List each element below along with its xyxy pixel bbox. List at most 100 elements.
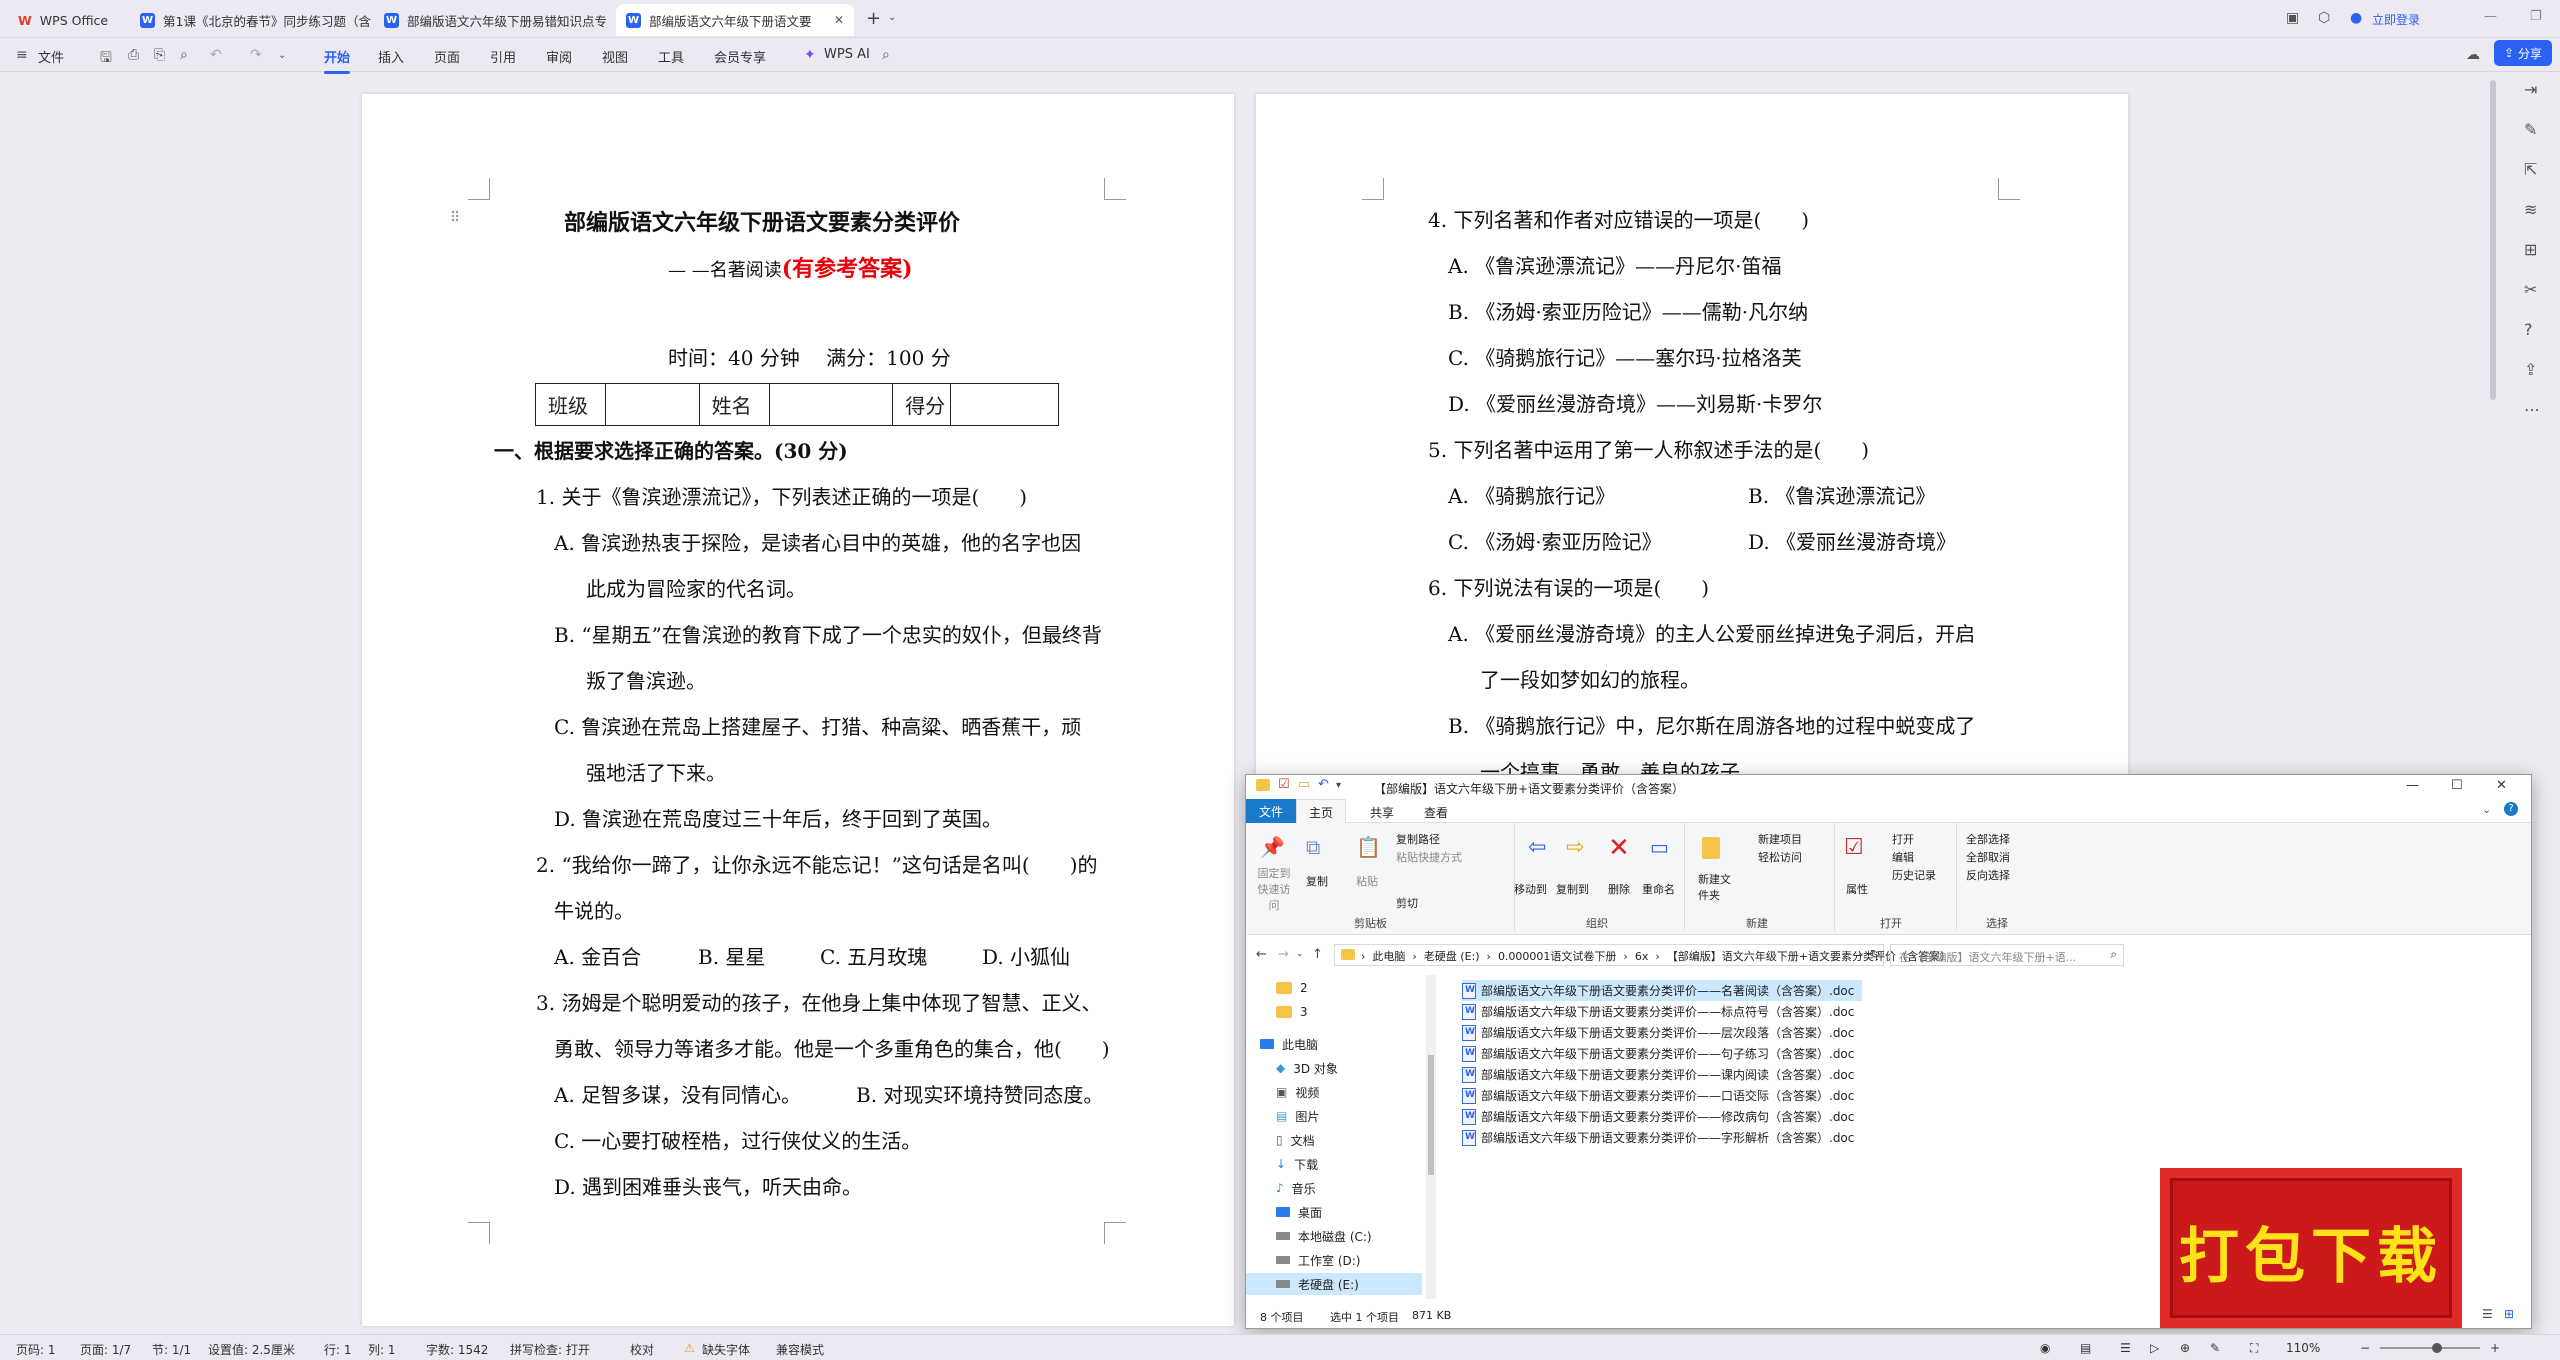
format-icon[interactable]: ⊞ <box>2524 240 2537 259</box>
delete-icon[interactable]: ✕ <box>1608 833 1630 863</box>
file-item[interactable]: 部编版语文六年级下册语文要素分类评价——标点符号（含答案）.doc <box>1462 1001 1862 1022</box>
tab-view[interactable]: 视图 <box>602 47 628 66</box>
eye-protect-icon[interactable]: ◉ <box>2040 1341 2050 1355</box>
crumb[interactable]: 6x <box>1635 950 1649 963</box>
nav-3d-objects[interactable]: ◆ 3D 对象 <box>1276 1057 1338 1079</box>
share-doc-icon[interactable]: ⇪ <box>2524 360 2537 379</box>
nav-videos[interactable]: ▣ 视频 <box>1276 1081 1319 1103</box>
row-number[interactable]: 行: 1 <box>324 1341 352 1358</box>
properties-icon[interactable]: ☑ <box>1844 835 1864 860</box>
recent-chevron-icon[interactable]: ⌄ <box>1296 949 1304 959</box>
minimize-icon[interactable]: — <box>2406 778 2419 793</box>
rename-button[interactable]: 重命名 <box>1642 881 1675 897</box>
proofread[interactable]: 校对 <box>630 1341 654 1358</box>
spell-check[interactable]: 拼写检查: 打开 <box>510 1341 590 1358</box>
more-chevron-icon[interactable]: ⌄ <box>278 50 286 61</box>
cloud-sync-icon[interactable]: ☁ <box>2466 47 2480 63</box>
web-view-icon[interactable]: ⊕ <box>2180 1341 2190 1355</box>
tab-page[interactable]: 页面 <box>434 47 460 66</box>
copy-to-icon[interactable]: ⇨ <box>1566 835 1584 860</box>
rename-icon[interactable]: ▭ <box>1650 835 1669 859</box>
tab-view[interactable]: 查看 <box>1424 804 1448 821</box>
file-item-selected[interactable]: 部编版语文六年级下册语文要素分类评价——名著阅读（含答案）.doc <box>1462 980 1862 1001</box>
table-field-name[interactable] <box>768 383 894 426</box>
file-item[interactable]: 部编版语文六年级下册语文要素分类评价——字形解析（含答案）.doc <box>1462 1127 1862 1148</box>
new-folder-icon[interactable] <box>1702 837 1720 859</box>
more-icon[interactable]: ⋯ <box>2524 400 2540 419</box>
fit-icon[interactable]: ⛶ <box>2250 1341 2258 1356</box>
file-item[interactable]: 部编版语文六年级下册语文要素分类评价——句子练习（含答案）.doc <box>1462 1043 1862 1064</box>
paste-button[interactable]: 粘贴 <box>1356 873 1378 889</box>
crumb[interactable]: 0.000001语文试卷下册 <box>1498 950 1617 963</box>
maximize-icon[interactable]: ☐ <box>2451 778 2463 793</box>
page-view-icon[interactable]: ▤ <box>2080 1341 2091 1355</box>
tab-wps-home[interactable]: W WPS Office <box>8 4 128 36</box>
close-icon[interactable]: ✕ <box>2496 778 2507 793</box>
zoom-level[interactable]: 110% <box>2286 1341 2320 1355</box>
zoom-slider-thumb[interactable] <box>2432 1343 2442 1353</box>
paste-shortcut-button[interactable]: 粘贴快捷方式 <box>1396 849 1462 865</box>
tab-review[interactable]: 审阅 <box>546 47 572 66</box>
tab-list-chevron-icon[interactable]: ⌄ <box>888 12 896 23</box>
undo-icon[interactable]: ↶ <box>210 47 222 63</box>
print-preview-icon[interactable]: ⌕ <box>180 47 188 63</box>
nav-desktop[interactable]: 桌面 <box>1276 1201 1322 1223</box>
edit-button[interactable]: 编辑 <box>1892 849 1914 865</box>
word-count[interactable]: 字数: 1542 <box>426 1341 488 1358</box>
page-count[interactable]: 页面: 1/7 <box>80 1341 131 1358</box>
copy-button[interactable]: 复制 <box>1306 873 1328 889</box>
back-icon[interactable]: ← <box>1256 947 1267 962</box>
move-to-icon[interactable]: ⇦ <box>1528 835 1546 860</box>
missing-font[interactable]: 缺失字体 <box>702 1341 750 1358</box>
file-item[interactable]: 部编版语文六年级下册语文要素分类评价——课内阅读（含答案）.doc <box>1462 1064 1862 1085</box>
address-bar[interactable]: › 此电脑 › 老硬盘 (E:) › 0.000001语文试卷下册 › 6x ›… <box>1334 944 1951 966</box>
export-pdf-icon[interactable]: ⎙ <box>128 47 139 63</box>
address-chevron-icon[interactable]: ⌄ <box>1857 948 1865 959</box>
select-all-button[interactable]: 全部选择 <box>1966 831 2010 847</box>
nav-folder-3[interactable]: 3 <box>1276 1001 1308 1023</box>
select-none-button[interactable]: 全部取消 <box>1966 849 2010 865</box>
new-item-button[interactable]: 新建项目 <box>1758 831 1802 847</box>
new-tab-button[interactable]: + <box>866 8 881 29</box>
file-item[interactable]: 部编版语文六年级下册语文要素分类评价——层次段落（含答案）.doc <box>1462 1022 1862 1043</box>
open-button[interactable]: 打开 <box>1892 831 1914 847</box>
wps-ai-button[interactable]: WPS AI <box>824 47 870 62</box>
forward-icon[interactable]: → <box>1278 947 1289 962</box>
pen-icon[interactable]: ✎ <box>2524 120 2537 139</box>
print-icon[interactable]: ⎘ <box>154 47 165 63</box>
crumb[interactable]: 此电脑 <box>1372 950 1405 963</box>
section[interactable]: 节: 1/1 <box>152 1341 191 1358</box>
pin-quick-access-button[interactable]: 固定到快速访问 <box>1254 865 1294 913</box>
nav-downloads[interactable]: ↓ 下载 <box>1276 1153 1318 1175</box>
undo-icon[interactable]: ↶ <box>1318 777 1329 792</box>
copy-path-button[interactable]: 复制路径 <box>1396 831 1440 847</box>
delete-button[interactable]: 删除 <box>1608 881 1630 897</box>
large-icons-view-icon[interactable]: ⊞ <box>2504 1307 2514 1321</box>
zoom-in-icon[interactable]: + <box>2490 1341 2500 1355</box>
tab-share[interactable]: 共享 <box>1370 804 1394 821</box>
select-icon[interactable]: ⇱ <box>2524 160 2537 179</box>
tab-home[interactable]: 主页 <box>1296 799 1346 824</box>
zoom-slider[interactable] <box>2380 1343 2480 1353</box>
search-icon[interactable]: ⌕ <box>2110 947 2117 962</box>
share-button[interactable]: ⇪ 分享 <box>2494 40 2552 66</box>
column-number[interactable]: 列: 1 <box>368 1341 396 1358</box>
help-icon[interactable]: ? <box>2504 802 2518 816</box>
tab-document-2[interactable]: W 部编版语文六年级下册易错知识点专 <box>374 4 614 36</box>
page-number[interactable]: 页码: 1 <box>16 1341 56 1358</box>
copy-icon[interactable]: ⧉ <box>1306 835 1320 859</box>
maximize-icon[interactable]: ❐ <box>2530 9 2542 24</box>
new-folder-button[interactable]: 新建文件夹 <box>1698 871 1732 903</box>
document-scrollbar[interactable] <box>2490 80 2496 400</box>
tab-document-1[interactable]: W 第1课《北京的春节》同步练习题（含 <box>130 4 372 36</box>
download-stamp[interactable]: 打包下载 <box>2160 1168 2462 1328</box>
nav-drive-e-selected[interactable]: 老硬盘 (E:) <box>1246 1273 1422 1295</box>
tools-icon[interactable]: ✂ <box>2524 280 2537 299</box>
refresh-icon[interactable]: ↻ <box>1870 947 1880 961</box>
move-to-button[interactable]: 移动到 <box>1514 881 1547 897</box>
drag-handle-icon[interactable]: ⠿ <box>450 210 460 226</box>
details-view-icon[interactable]: ☰ <box>2482 1307 2493 1321</box>
minimize-icon[interactable]: — <box>2484 9 2497 24</box>
nav-this-pc[interactable]: 此电脑 <box>1260 1033 1318 1055</box>
nav-folder-2[interactable]: 2 <box>1276 977 1308 999</box>
